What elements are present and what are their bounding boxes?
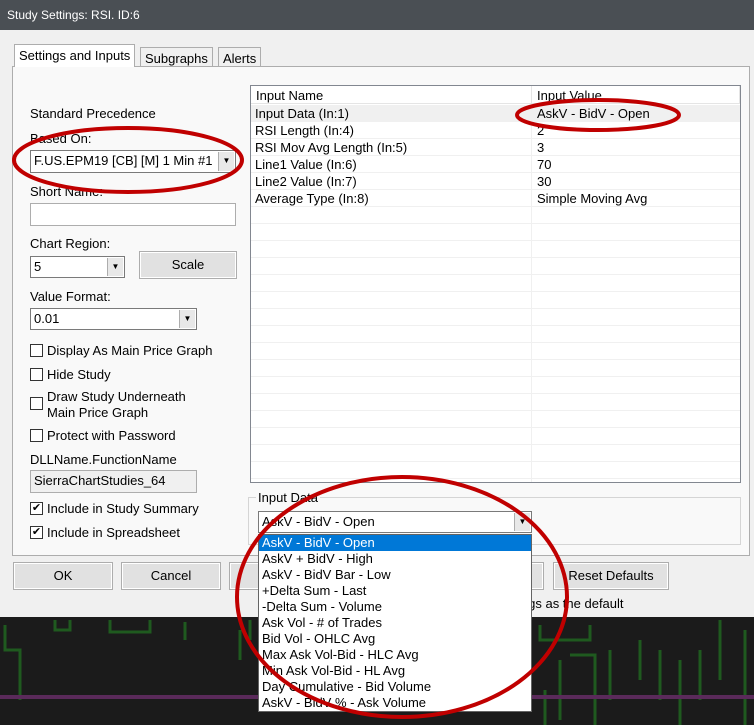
- value-format-select[interactable]: 0.01 ▼: [30, 308, 197, 330]
- reset-defaults-button[interactable]: Reset Defaults: [553, 562, 669, 590]
- empty-row: [251, 207, 740, 224]
- include-summary-checkbox[interactable]: ✔: [30, 502, 43, 515]
- dropdown-option[interactable]: Ask Vol - # of Trades: [259, 615, 531, 631]
- tab-subgraphs[interactable]: Subgraphs: [140, 47, 213, 68]
- empty-row: [251, 343, 740, 360]
- input-value-cell[interactable]: 30: [537, 174, 551, 189]
- dropdown-option[interactable]: AskV - BidV % - Ask Volume: [259, 695, 531, 711]
- dropdown-option[interactable]: AskV - BidV - Open: [259, 535, 531, 551]
- empty-row: [251, 360, 740, 377]
- table-row[interactable]: RSI Length (In:4) 2: [251, 122, 740, 139]
- based-on-label: Based On:: [30, 131, 92, 146]
- ok-button[interactable]: OK: [13, 562, 113, 590]
- include-summary-label: Include in Study Summary: [47, 501, 199, 516]
- protect-password-checkbox[interactable]: [30, 429, 43, 442]
- empty-row: [251, 411, 740, 428]
- empty-row: [251, 326, 740, 343]
- table-row[interactable]: RSI Mov Avg Length (In:5) 3: [251, 139, 740, 156]
- dropdown-option[interactable]: Max Ask Vol-Bid - HLC Avg: [259, 647, 531, 663]
- input-data-group-label: Input Data: [256, 490, 320, 505]
- chevron-down-icon[interactable]: ▼: [107, 258, 123, 276]
- column-header-input-value[interactable]: Input Value: [532, 86, 740, 104]
- empty-row: [251, 224, 740, 241]
- window-title: Study Settings: RSI. ID:6: [7, 8, 140, 22]
- input-name-cell: Line2 Value (In:7): [255, 174, 357, 189]
- input-name-cell: Input Data (In:1): [255, 106, 349, 121]
- inputs-table: Input Name Input Value Input Data (In:1)…: [250, 85, 741, 483]
- tab-alerts[interactable]: Alerts: [218, 47, 262, 68]
- display-as-main-label: Display As Main Price Graph: [47, 343, 213, 358]
- chevron-down-icon[interactable]: ▼: [218, 152, 234, 171]
- empty-row: [251, 462, 740, 479]
- hide-study-label: Hide Study: [47, 367, 111, 382]
- input-name-cell: Line1 Value (In:6): [255, 157, 357, 172]
- display-as-main-checkbox[interactable]: [30, 344, 43, 357]
- based-on-select[interactable]: F.US.EPM19 [CB] [M] 1 Min #1 ▼: [30, 150, 236, 173]
- draw-underneath-label: Draw Study Underneath Main Price Graph: [47, 389, 186, 420]
- cancel-button[interactable]: Cancel: [121, 562, 221, 590]
- input-data-value: AskV - BidV - Open: [262, 514, 375, 529]
- empty-row: [251, 428, 740, 445]
- table-row[interactable]: Line2 Value (In:7) 30: [251, 173, 740, 190]
- chevron-down-icon[interactable]: ▼: [514, 513, 530, 531]
- standard-precedence-label: Standard Precedence: [30, 106, 156, 121]
- short-name-input[interactable]: [30, 203, 236, 226]
- input-name-cell: Average Type (In:8): [255, 191, 369, 206]
- dll-name-field: SierraChartStudies_64: [30, 470, 197, 493]
- input-value-cell[interactable]: 2: [537, 123, 544, 138]
- based-on-value: F.US.EPM19 [CB] [M] 1 Min #1: [34, 153, 213, 168]
- table-row[interactable]: Line1 Value (In:6) 70: [251, 156, 740, 173]
- short-name-label: Short Name:: [30, 184, 103, 199]
- input-value-cell[interactable]: Simple Moving Avg: [537, 191, 647, 206]
- protect-password-label: Protect with Password: [47, 428, 176, 443]
- input-name-cell: RSI Mov Avg Length (In:5): [255, 140, 408, 155]
- empty-row: [251, 241, 740, 258]
- input-value-cell[interactable]: 3: [537, 140, 544, 155]
- dropdown-option[interactable]: AskV + BidV - High: [259, 551, 531, 567]
- input-value-cell[interactable]: AskV - BidV - Open: [537, 106, 650, 121]
- empty-row: [251, 309, 740, 326]
- chart-region-label: Chart Region:: [30, 236, 111, 251]
- dropdown-option[interactable]: AskV - BidV Bar - Low: [259, 567, 531, 583]
- empty-row: [251, 377, 740, 394]
- empty-row: [251, 292, 740, 309]
- dropdown-option[interactable]: Day Cumulative - Bid Volume: [259, 679, 531, 695]
- table-row[interactable]: Input Data (In:1) AskV - BidV - Open: [251, 105, 740, 122]
- title-bar: Study Settings: RSI. ID:6: [0, 0, 754, 30]
- draw-underneath-checkbox[interactable]: [30, 397, 43, 410]
- default-note: ings as the default: [518, 596, 624, 611]
- include-spreadsheet-label: Include in Spreadsheet: [47, 525, 180, 540]
- input-data-select[interactable]: AskV - BidV - Open ▼: [258, 511, 532, 533]
- dll-name-label: DLLName.FunctionName: [30, 452, 177, 467]
- dropdown-option[interactable]: +Delta Sum - Last: [259, 583, 531, 599]
- dropdown-option[interactable]: Bid Vol - OHLC Avg: [259, 631, 531, 647]
- input-data-dropdown-list: AskV - BidV - Open AskV + BidV - High AskV…: [258, 534, 532, 712]
- chevron-down-icon[interactable]: ▼: [179, 310, 195, 328]
- column-divider: [531, 104, 532, 482]
- hide-study-checkbox[interactable]: [30, 368, 43, 381]
- column-header-input-name[interactable]: Input Name: [251, 86, 532, 104]
- table-row[interactable]: Average Type (In:8) Simple Moving Avg: [251, 190, 740, 207]
- scale-button[interactable]: Scale: [139, 251, 237, 279]
- tab-settings-and-inputs[interactable]: Settings and Inputs: [14, 44, 136, 67]
- input-value-cell[interactable]: 70: [537, 157, 551, 172]
- input-name-cell: RSI Length (In:4): [255, 123, 354, 138]
- chart-region-select[interactable]: 5 ▼: [30, 256, 125, 278]
- empty-row: [251, 394, 740, 411]
- value-format-value: 0.01: [34, 311, 60, 326]
- dropdown-option[interactable]: -Delta Sum - Volume: [259, 599, 531, 615]
- empty-row: [251, 275, 740, 292]
- dropdown-option[interactable]: Min Ask Vol-Bid - HL Avg: [259, 663, 531, 679]
- value-format-label: Value Format:: [30, 289, 111, 304]
- empty-row: [251, 258, 740, 275]
- empty-row: [251, 445, 740, 462]
- include-spreadsheet-checkbox[interactable]: ✔: [30, 526, 43, 539]
- chart-region-value: 5: [34, 259, 42, 274]
